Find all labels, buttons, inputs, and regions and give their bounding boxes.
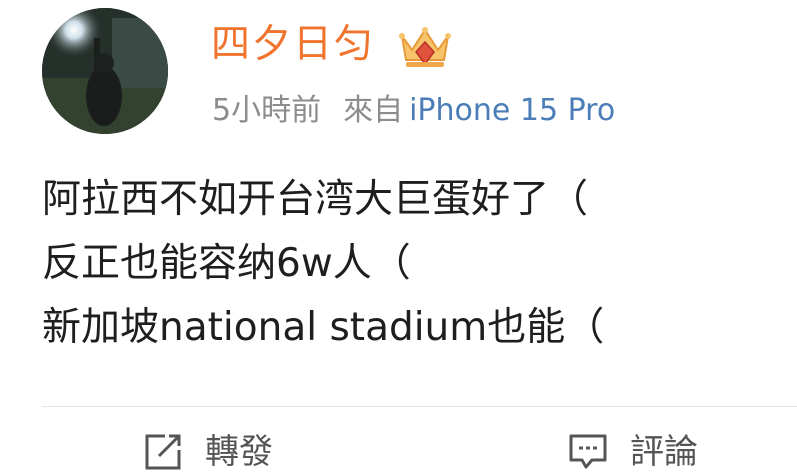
author-name[interactable]: 四夕日匀	[211, 20, 375, 70]
repost-button[interactable]: 轉發	[143, 430, 273, 474]
post-time: 5小時前	[212, 93, 322, 128]
share-edit-icon	[145, 434, 181, 470]
source-prefix: 來自	[343, 93, 404, 128]
comment-bubble-icon	[569, 434, 607, 469]
content-line: 新加坡national stadium也能（	[42, 305, 605, 350]
divider	[42, 406, 797, 407]
weibo-post: 四夕日匀 5小時前 來自 iPhone 15 Pro 阿拉西不如开台湾大巨蛋好了（ …	[0, 0, 797, 474]
content-line: 阿拉西不如开台湾大巨蛋好了（	[42, 177, 589, 222]
comment-label: 評論	[630, 432, 698, 472]
avatar[interactable]	[42, 8, 168, 134]
content-line: 反正也能容纳6w人（	[42, 241, 411, 286]
post-content: 阿拉西不如开台湾大巨蛋好了（ 反正也能容纳6w人（ 新加坡national st…	[42, 168, 782, 360]
post-meta: 5小時前 來自 iPhone 15 Pro	[212, 91, 615, 131]
source-device-link[interactable]: iPhone 15 Pro	[409, 93, 615, 128]
vip-crown-icon	[399, 27, 451, 67]
comment-button[interactable]: 評論	[568, 430, 698, 474]
repost-label: 轉發	[205, 432, 273, 472]
avatar-image	[42, 8, 168, 134]
